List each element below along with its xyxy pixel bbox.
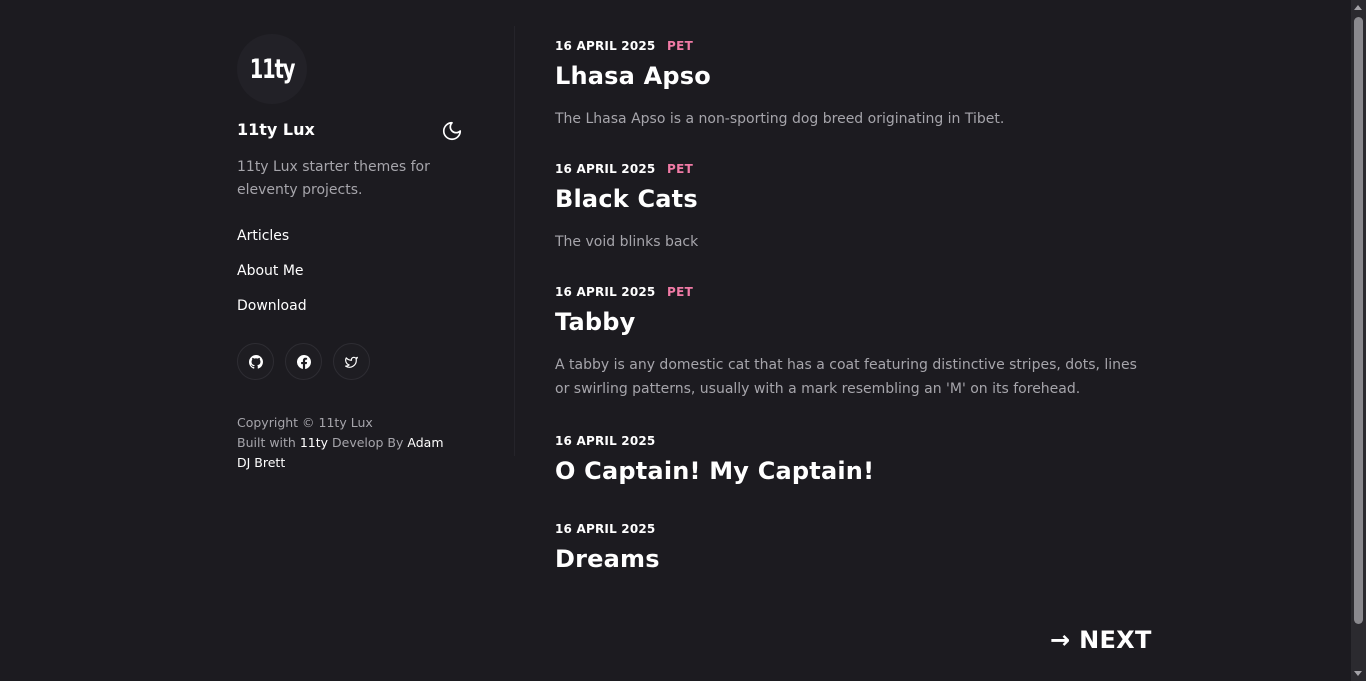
post-title[interactable]: O Captain! My Captain! [555, 454, 1145, 488]
github-icon [248, 354, 263, 369]
post-tag[interactable]: PET [667, 36, 693, 56]
site-description: 11ty Lux starter themes for eleventy pro… [237, 159, 430, 198]
built-with-prefix: Built with [237, 435, 300, 450]
post-date: 16 APRIL 2025 [555, 434, 656, 448]
scroll-down-arrow-icon[interactable] [1354, 671, 1362, 676]
facebook-link[interactable] [285, 343, 322, 380]
post-tag[interactable]: PET [667, 282, 693, 302]
sidebar-divider [514, 26, 515, 456]
site-logo[interactable]: 11ty [237, 34, 307, 104]
page: 11ty 11ty Lux 11ty Lux starter themes fo… [0, 0, 1366, 681]
post-meta: 16 APRIL 2025 PET [555, 36, 1145, 56]
sidebar-nav: Articles About Me Download [237, 226, 465, 316]
post-meta: 16 APRIL 2025 [555, 431, 1145, 451]
scroll-up-arrow-icon[interactable] [1354, 5, 1362, 10]
post-title[interactable]: Dreams [555, 542, 1145, 576]
logo-text: 11ty [249, 53, 296, 85]
post-date: 16 APRIL 2025 [555, 162, 656, 176]
sidebar: 11ty 11ty Lux 11ty Lux starter themes fo… [237, 34, 465, 473]
post-tag[interactable]: PET [667, 159, 693, 179]
post-description: A tabby is any domestic cat that has a c… [555, 357, 1137, 397]
post-date: 16 APRIL 2025 [555, 285, 656, 299]
scrollbar[interactable] [1351, 0, 1366, 681]
post-item: 16 APRIL 2025 PET Black Cats The void bl… [555, 159, 1145, 254]
scrollbar-thumb[interactable] [1354, 17, 1363, 624]
post-title[interactable]: Lhasa Apso [555, 59, 1145, 93]
post-meta: 16 APRIL 2025 [555, 519, 1145, 539]
post-date: 16 APRIL 2025 [555, 522, 656, 536]
nav-item-download[interactable]: Download [237, 296, 465, 316]
eleventy-link[interactable]: 11ty [300, 435, 328, 450]
twitter-link[interactable] [333, 343, 370, 380]
post-item: 16 APRIL 2025 O Captain! My Captain! [555, 431, 1145, 488]
post-item: 16 APRIL 2025 Dreams [555, 519, 1145, 576]
site-name[interactable]: 11ty Lux [237, 118, 465, 142]
post-meta: 16 APRIL 2025 PET [555, 159, 1145, 179]
post-title[interactable]: Black Cats [555, 182, 1145, 216]
post-list: 16 APRIL 2025 PET Lhasa Apso The Lhasa A… [555, 36, 1145, 576]
twitter-icon [345, 356, 358, 368]
nav-item-about-me[interactable]: About Me [237, 261, 465, 281]
post-description: The void blinks back [555, 234, 699, 250]
post-description: The Lhasa Apso is a non-sporting dog bre… [555, 111, 1005, 127]
post-item: 16 APRIL 2025 PET Tabby A tabby is any d… [555, 282, 1145, 401]
post-date: 16 APRIL 2025 [555, 39, 656, 53]
theme-toggle-button[interactable] [441, 120, 463, 142]
moon-icon [442, 121, 462, 141]
copyright: Copyright © 11ty Lux [237, 415, 373, 430]
post-item: 16 APRIL 2025 PET Lhasa Apso The Lhasa A… [555, 36, 1145, 131]
next-page-link[interactable]: → NEXT [1050, 624, 1152, 656]
nav-item-articles[interactable]: Articles [237, 226, 465, 246]
github-link[interactable] [237, 343, 274, 380]
facebook-icon [296, 354, 311, 369]
site-footer: Copyright © 11ty Lux Built with 11ty Dev… [237, 413, 452, 473]
post-meta: 16 APRIL 2025 PET [555, 282, 1145, 302]
site-header-row: 11ty Lux [237, 118, 465, 142]
post-title[interactable]: Tabby [555, 305, 1145, 339]
develop-by-prefix: Develop By [328, 435, 408, 450]
social-links [237, 343, 465, 380]
built-with-line: Built with 11ty Develop By Adam DJ Brett [237, 433, 452, 473]
